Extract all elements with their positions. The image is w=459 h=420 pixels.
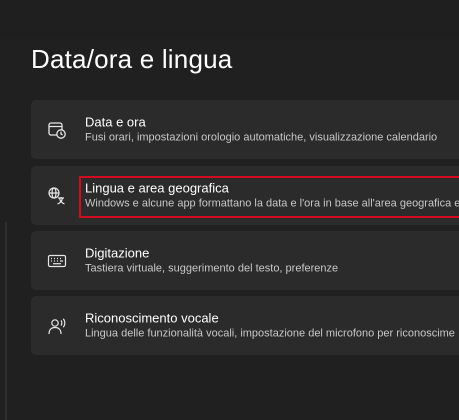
settings-card-description: Lingua delle funzionalità vocali, impost… (85, 327, 455, 339)
settings-card-typing[interactable]: Digitazione Tastiera virtuale, suggerime… (31, 231, 459, 290)
settings-window: Data/ora e lingua Data e ora Fusi orari,… (0, 0, 459, 420)
settings-card-description: Tastiera virtuale, suggerimento del test… (85, 262, 339, 274)
settings-card-title: Digitazione (85, 245, 150, 260)
settings-card-title: Lingua e area geografica (85, 180, 229, 195)
page-title: Data/ora e lingua (31, 44, 233, 74)
settings-card-title: Data e ora (85, 114, 146, 129)
clock-calendar-icon (47, 120, 67, 140)
navigation-scrollbar[interactable] (5, 222, 7, 420)
keyboard-icon (47, 251, 67, 271)
settings-card-language-region[interactable]: Lingua e area geografica Windows e alcun… (31, 166, 459, 225)
settings-card-title: Riconoscimento vocale (85, 310, 219, 325)
settings-card-description: Windows e alcune app formattano la data … (85, 197, 459, 209)
voice-speech-icon (47, 316, 67, 336)
settings-card-speech[interactable]: Riconoscimento vocale Lingua delle funzi… (31, 296, 459, 355)
settings-card-date-time[interactable]: Data e ora Fusi orari, impostazioni orol… (31, 100, 459, 159)
settings-card-description: Fusi orari, impostazioni orologio automa… (85, 131, 438, 143)
language-region-icon (47, 186, 67, 206)
title-bar-area (0, 0, 459, 38)
